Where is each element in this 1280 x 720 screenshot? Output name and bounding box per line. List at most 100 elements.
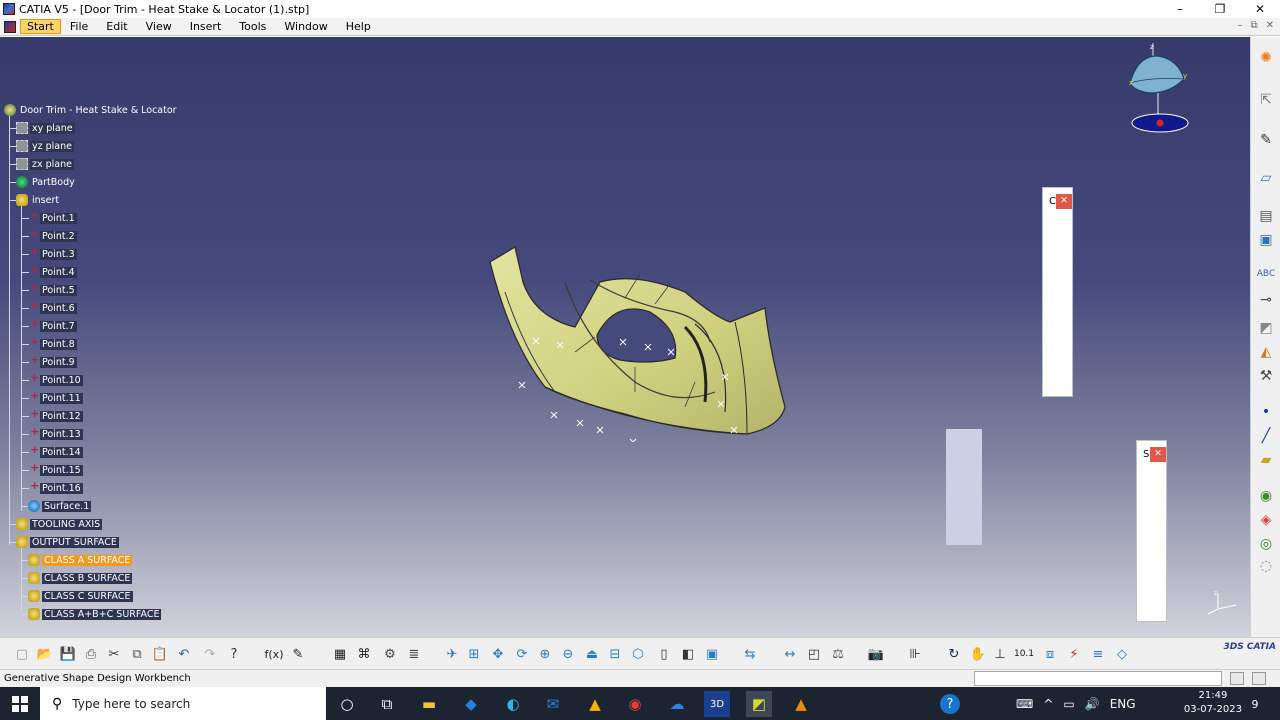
connect-icon[interactable]: ⊸ [1256,291,1276,309]
doc-close-button[interactable]: ✕ [1266,20,1274,31]
inertia-icon[interactable]: ⚖ [828,645,848,663]
doc-restore-button[interactable]: ⧉ [1250,20,1257,31]
tree-item-yz-plane[interactable]: yz plane [16,139,74,153]
disabled-tool-icon[interactable]: ◌ [1256,557,1276,575]
plane-icon[interactable]: ▤ [1256,207,1276,225]
tree-item-point-11[interactable]: Point.11 [28,389,83,405]
table-icon[interactable]: ▦ [330,645,350,663]
shape-icon[interactable]: ◩ [1256,319,1276,337]
keyboard-icon[interactable]: ⌨ [1016,697,1033,711]
task-view-icon[interactable]: ⧉ [374,691,400,717]
comment-icon[interactable]: ✎ [288,645,308,663]
floating-window-s[interactable]: S ✕ [1136,440,1167,622]
redo-icon[interactable]: ↷ [200,645,220,663]
stack-icon[interactable]: ⧈ [1040,645,1060,663]
tree-item-point-2[interactable]: Point.2 [28,227,77,243]
tree-item-point-9[interactable]: Point.9 [28,353,77,369]
open-icon[interactable]: 📂 [35,645,55,663]
tree-item-class-a-surface[interactable]: CLASS A SURFACE [28,553,133,567]
tree-item-partbody[interactable]: PartBody [16,175,77,189]
eraser-icon[interactable]: ◇ [1112,645,1132,663]
menu-edit[interactable]: Edit [97,20,136,33]
paste-icon[interactable]: 📋 [150,645,170,663]
tree-item-class-c-surface[interactable]: CLASS C SURFACE [28,589,133,603]
shading-icon[interactable]: ◧ [678,645,698,663]
tree-item-point-16[interactable]: Point.16 [28,479,83,495]
plane-tool-icon[interactable]: ▰ [1256,451,1276,469]
menu-window[interactable]: Window [275,20,336,33]
box-icon[interactable]: ▣ [1256,231,1276,249]
network-icon[interactable]: ▭ [1063,697,1074,711]
measure-item-icon[interactable]: ◰ [804,645,824,663]
compass-icon[interactable]: z x y [1120,41,1200,141]
taskbar-search[interactable]: ⚲ Type here to search [40,687,326,720]
fill-icon[interactable]: ◭ [1256,343,1276,361]
hide-show-icon[interactable]: ▣ [702,645,722,663]
tree-item-point-6[interactable]: Point.6 [28,299,77,315]
vlc-icon[interactable]: ▲ [788,691,814,717]
knowledge-icon[interactable]: ≣ [404,645,424,663]
copy-icon[interactable]: ⧉ [127,645,147,663]
undo-icon[interactable]: ↶ [174,645,194,663]
taskbar-clock[interactable]: 21:49 03-07-2023 [1184,689,1242,717]
menu-file[interactable]: File [61,20,97,33]
close-button[interactable]: ✕ [1240,0,1280,18]
catia-taskbar-icon[interactable]: ◩ [746,691,772,717]
normal-view-icon[interactable]: ⏏ [582,645,602,663]
status-button[interactable] [1230,672,1244,685]
tree-item-zx-plane[interactable]: zx plane [16,157,74,171]
select-arrow-icon[interactable]: ⇱ [1256,91,1276,109]
multi-view-icon[interactable]: ⊟ [605,645,625,663]
tree-item-insert[interactable]: insert [16,193,61,207]
new-icon[interactable]: ▢ [12,645,32,663]
tree-item-point-4[interactable]: Point.4 [28,263,77,279]
notification-icon[interactable]: 9 [1242,691,1268,717]
tree-item-output-surface[interactable]: OUTPUT SURFACE [16,535,119,549]
tree-graph-icon[interactable]: ⌘ [354,645,374,663]
chrome-icon[interactable]: ◉ [622,691,648,717]
3dexperience-icon[interactable]: 3D [704,691,730,717]
cortana-icon[interactable]: ○ [334,691,360,717]
onedrive-icon[interactable]: ☁ [664,691,690,717]
line-tool-icon[interactable]: ╱ [1256,427,1276,445]
zoom-in-icon[interactable]: ⊕ [535,645,555,663]
sun-icon[interactable]: ✺ [1256,49,1276,67]
chevron-up-icon[interactable]: ^ [1043,697,1053,711]
save-icon[interactable]: 💾 [58,645,78,663]
zoom-out-icon[interactable]: ⊖ [558,645,578,663]
grid-icon[interactable]: ⊪ [905,645,925,663]
dropbox-icon[interactable]: ◆ [458,691,484,717]
surface-analysis-icon[interactable]: ✋ [968,645,988,663]
menu-tools[interactable]: Tools [230,20,275,33]
material-icon[interactable]: ◎ [1256,535,1276,553]
cut-icon[interactable]: ✂ [104,645,124,663]
tree-item-class-b-surface[interactable]: CLASS B SURFACE [28,571,133,585]
axis-system-icon[interactable]: ⊥ [990,645,1010,663]
help-icon[interactable]: ? [940,694,960,714]
minimize-button[interactable]: – [1160,0,1200,18]
tree-item-point-3[interactable]: Point.3 [28,245,77,261]
tree-item-xy-plane[interactable]: xy plane [16,121,75,135]
language-indicator[interactable]: ENG [1110,697,1136,711]
menu-view[interactable]: View [137,20,181,33]
capture-icon[interactable]: 📷 [866,645,886,663]
whats-this-icon[interactable]: ? [224,645,244,663]
tree-item-surface-1[interactable]: Surface.1 [28,499,92,513]
iso-view-icon[interactable]: ⬡ [628,645,648,663]
swap-space-icon[interactable]: ⇆ [740,645,760,663]
analysis-icon[interactable]: ◈ [1256,511,1276,529]
point-tool-icon[interactable]: • [1256,403,1276,421]
print-icon[interactable]: ⎙ [81,645,101,663]
mail-icon[interactable]: ✉ [540,691,566,717]
rotate-icon[interactable]: ⟳ [512,645,532,663]
scale-icon[interactable]: 10.1 [1014,645,1034,663]
sketch-icon[interactable]: ✎ [1256,131,1276,149]
3d-viewport[interactable]: Door Trim - Heat Stake & Locator xy plan… [0,37,1250,637]
render-icon[interactable]: ◉ [1256,487,1276,505]
fly-mode-icon[interactable]: ✈ [442,645,462,663]
doc-minimize-button[interactable]: – [1237,20,1242,31]
menu-start[interactable]: Start [20,19,61,34]
tree-item-point-13[interactable]: Point.13 [28,425,83,441]
view-mode-icon[interactable]: ▯ [654,645,674,663]
tree-item-point-14[interactable]: Point.14 [28,443,83,459]
